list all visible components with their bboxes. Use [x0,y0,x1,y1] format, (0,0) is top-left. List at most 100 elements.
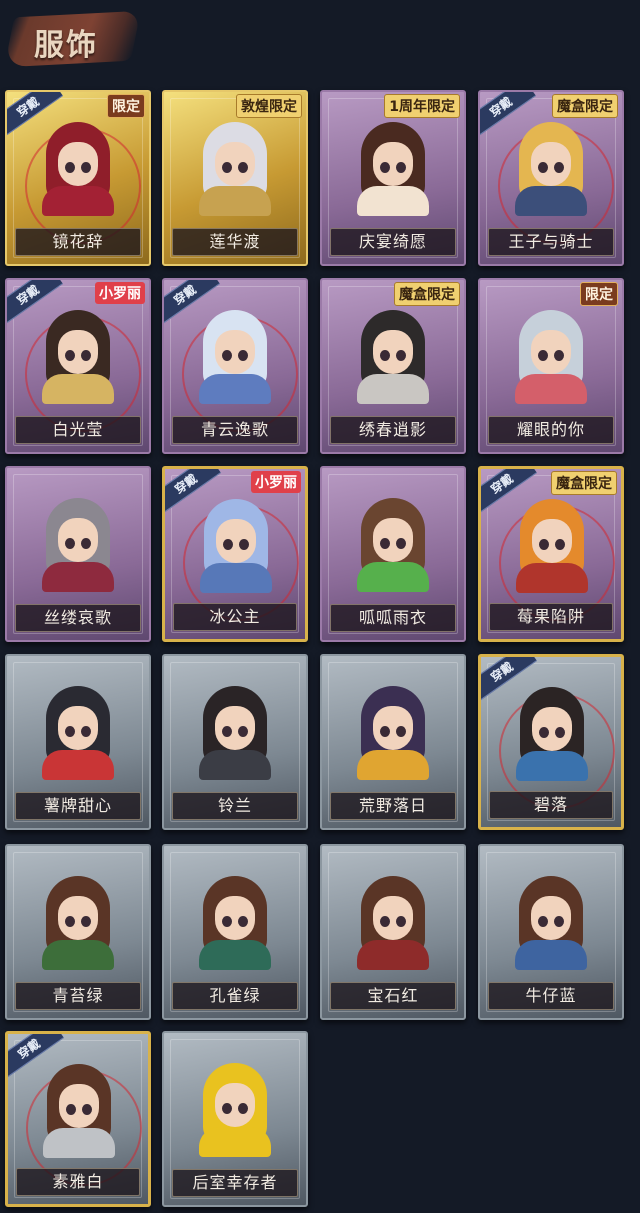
portrait-eye [539,539,549,550]
character-portrait [197,116,273,216]
costume-card[interactable]: 孔雀绿 [162,844,308,1020]
portrait-eye [554,350,564,361]
portrait-eye [380,916,390,927]
costume-card[interactable]: 牛仔蓝 [478,844,624,1020]
costume-card[interactable]: 敦煌限定 莲华渡 [162,90,308,266]
page-title: 服饰 [34,28,98,63]
portrait-eye [81,538,91,549]
portrait-outfit [515,374,587,404]
portrait-outfit [357,940,429,970]
character-portrait [355,870,431,970]
portrait-outfit [200,563,272,593]
character-portrait [513,304,589,404]
portrait-eye [65,726,75,737]
portrait-eye [538,350,548,361]
costume-card[interactable]: 小罗丽 穿戴 冰公主 [162,466,308,642]
portrait-outfit [516,563,588,593]
character-portrait [514,681,590,781]
portrait-face [58,142,98,186]
costume-name: 碧落 [489,791,613,819]
portrait-eye [222,1103,232,1114]
costume-card[interactable]: 穿戴 青云逸歌 [162,278,308,454]
costume-card[interactable]: 穿戴 碧落 [478,654,624,830]
portrait-eye [396,538,406,549]
portrait-outfit [515,186,587,216]
portrait-eye [65,916,75,927]
portrait-eye [222,162,232,173]
costume-name: 宝石红 [330,982,456,1010]
costume-card[interactable]: 魔盒限定 穿戴 莓果陷阱 [478,466,624,642]
costume-name: 绣春逍影 [330,416,456,444]
character-portrait [40,492,116,592]
costume-tag: 魔盒限定 [552,94,618,118]
portrait-eye [380,726,390,737]
character-portrait [514,493,590,593]
portrait-outfit [199,750,271,780]
portrait-face [216,519,256,563]
character-portrait [355,116,431,216]
portrait-eye [554,162,564,173]
costume-card[interactable]: 薯牌甜心 [5,654,151,830]
costume-name: 青苔绿 [15,982,141,1010]
portrait-eye [239,539,249,550]
costume-name: 冰公主 [173,603,297,631]
costume-card[interactable]: 魔盒限定 绣春逍影 [320,278,466,454]
portrait-face [58,330,98,374]
portrait-face [215,330,255,374]
costume-card[interactable]: 铃兰 [162,654,308,830]
portrait-outfit [357,186,429,216]
portrait-eye [380,350,390,361]
costume-card[interactable]: 青苔绿 [5,844,151,1020]
portrait-face [373,706,413,750]
portrait-eye [555,539,565,550]
character-portrait [355,492,431,592]
character-portrait [197,680,273,780]
costume-name: 铃兰 [172,792,298,820]
portrait-eye [538,162,548,173]
portrait-eye [238,726,248,737]
portrait-face [373,896,413,940]
costume-card[interactable]: 荒野落日 [320,654,466,830]
portrait-face [373,142,413,186]
costume-card[interactable]: 穿戴 素雅白 [5,1031,151,1207]
portrait-outfit [199,1127,271,1157]
portrait-eye [396,162,406,173]
costume-name: 荒野落日 [330,792,456,820]
costume-name: 青云逸歌 [172,416,298,444]
costume-tag: 限定 [107,94,145,118]
character-portrait [197,1057,273,1157]
character-portrait [513,116,589,216]
costume-card[interactable]: 限定 耀眼的你 [478,278,624,454]
costume-name: 薯牌甜心 [15,792,141,820]
portrait-face [58,518,98,562]
costume-name: 耀眼的你 [488,416,614,444]
character-portrait [40,116,116,216]
portrait-face [58,896,98,940]
portrait-outfit [42,562,114,592]
costume-card[interactable]: 呱呱雨衣 [320,466,466,642]
costume-card[interactable]: 后室幸存者 [162,1031,308,1207]
portrait-eye [65,162,75,173]
costume-card[interactable]: 魔盒限定 穿戴 王子与骑士 [478,90,624,266]
costume-tag: 敦煌限定 [236,94,302,118]
portrait-face [59,1084,99,1128]
portrait-face [532,519,572,563]
portrait-outfit [42,750,114,780]
costume-name: 后室幸存者 [172,1169,298,1197]
costume-card[interactable]: 1周年限定 庆宴绮愿 [320,90,466,266]
costume-name: 孔雀绿 [172,982,298,1010]
costume-card[interactable]: 丝缕哀歌 [5,466,151,642]
portrait-outfit [43,1128,115,1158]
costume-tag: 1周年限定 [384,94,460,118]
character-portrait [197,870,273,970]
character-portrait [41,1058,117,1158]
character-portrait [40,680,116,780]
character-portrait [355,304,431,404]
costume-card[interactable]: 限定 穿戴 镜花辞 [5,90,151,266]
costume-name: 王子与骑士 [488,228,614,256]
portrait-outfit [199,186,271,216]
portrait-face [531,896,571,940]
portrait-eye [539,727,549,738]
costume-card[interactable]: 宝石红 [320,844,466,1020]
costume-card[interactable]: 小罗丽 穿戴 白光莹 [5,278,151,454]
